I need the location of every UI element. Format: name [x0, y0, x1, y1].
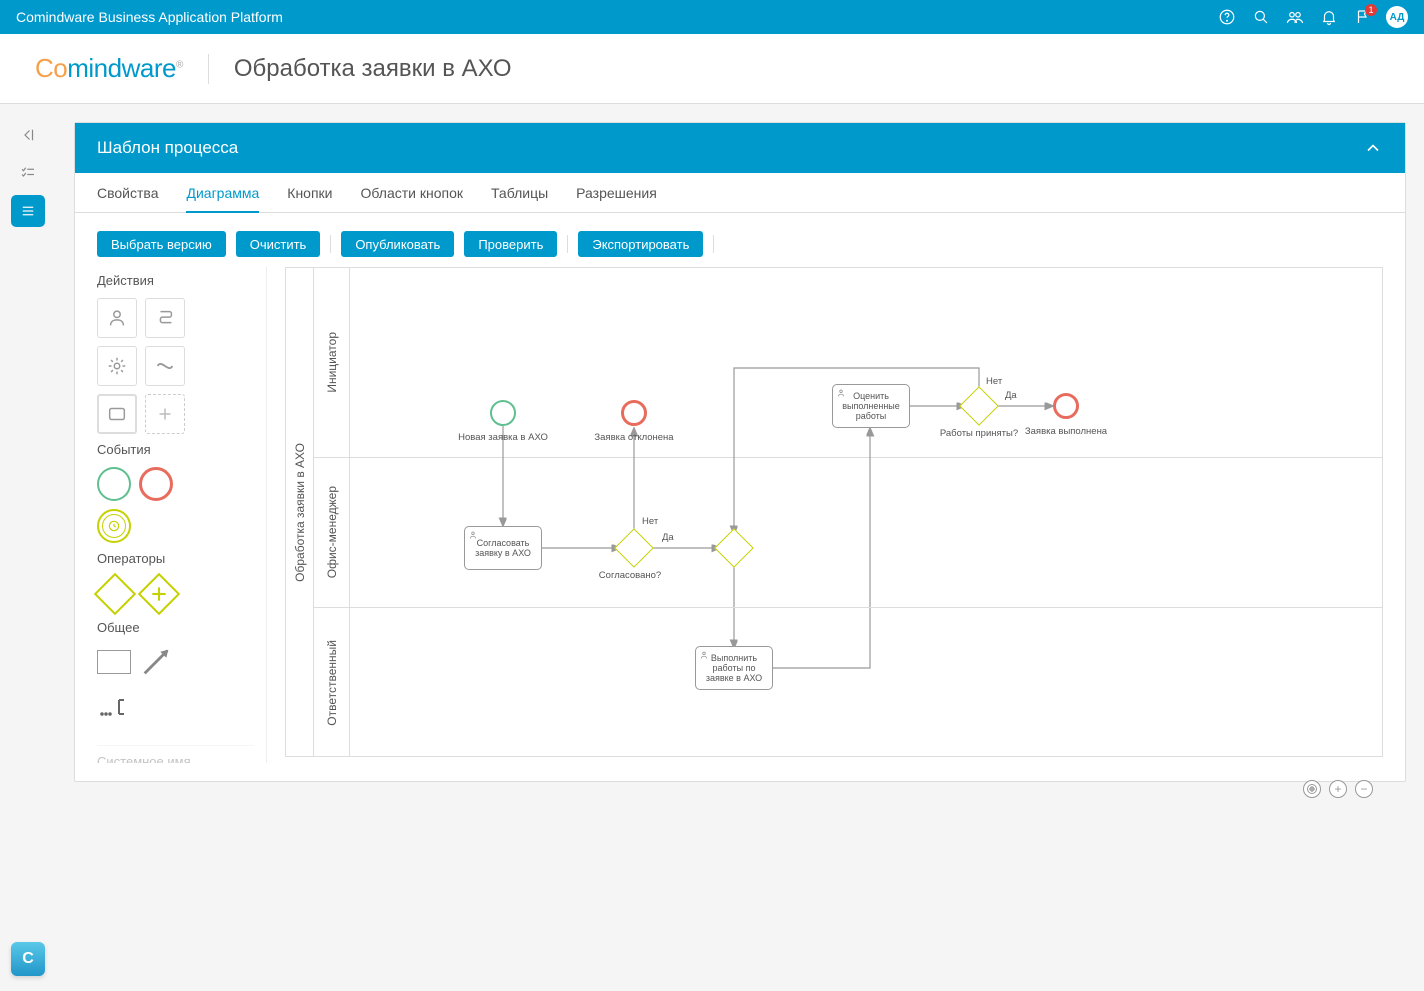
tab-button-areas[interactable]: Области кнопок: [361, 173, 464, 213]
palette-pool[interactable]: [97, 650, 131, 674]
flow-yes-1: Да: [662, 532, 674, 543]
diagram-toolbar: Выбрать версию Очистить Опубликовать Про…: [75, 213, 1405, 267]
pool-label[interactable]: Обработка заявки в АХО: [286, 268, 314, 756]
page-title: Обработка заявки в АХО: [234, 55, 512, 83]
zoom-controls: + −: [1303, 780, 1373, 798]
done-event-label: Заявка выполнена: [1025, 426, 1107, 437]
reject-end-event[interactable]: [621, 400, 647, 426]
palette-script-task[interactable]: [145, 298, 185, 338]
flow-no-1: Нет: [642, 516, 658, 527]
flag-icon[interactable]: 1: [1346, 0, 1380, 34]
select-version-button[interactable]: Выбрать версию: [97, 231, 226, 257]
tab-properties[interactable]: Свойства: [97, 173, 158, 213]
element-palette: Действия События: [97, 267, 267, 763]
left-rail: C: [0, 104, 56, 991]
tab-permissions[interactable]: Разрешения: [576, 173, 657, 213]
palette-annotation[interactable]: [97, 690, 131, 727]
palette-truncated-label: Системное имя: [97, 745, 254, 763]
palette-service-task[interactable]: [97, 346, 137, 386]
panel-header[interactable]: Шаблон процесса: [75, 123, 1405, 173]
palette-start-event[interactable]: [97, 467, 131, 501]
panel-title: Шаблон процесса: [97, 138, 238, 158]
collapse-icon[interactable]: [11, 119, 45, 151]
tab-tables[interactable]: Таблицы: [491, 173, 548, 213]
palette-add[interactable]: [145, 394, 185, 434]
checklist-icon[interactable]: [11, 157, 45, 189]
palette-operators-title: Операторы: [97, 551, 254, 566]
palette-user-task[interactable]: [97, 298, 137, 338]
done-end-event[interactable]: [1053, 393, 1079, 419]
palette-events-title: События: [97, 442, 254, 457]
palette-parallel-gateway[interactable]: [138, 573, 180, 615]
tab-diagram[interactable]: Диаграмма: [186, 173, 259, 213]
gateway-accepted-label: Работы приняты?: [940, 428, 1018, 439]
zoom-in-icon[interactable]: +: [1329, 780, 1347, 798]
flow-yes-2: Да: [1005, 390, 1017, 401]
validate-button[interactable]: Проверить: [464, 231, 557, 257]
palette-arrow[interactable]: [139, 645, 173, 682]
palette-task[interactable]: [97, 394, 137, 434]
app-title: Comindware Business Application Platform: [16, 9, 283, 25]
process-template-panel: Шаблон процесса Свойства Диаграмма Кнопк…: [74, 122, 1406, 782]
lane-responsible[interactable]: Ответственный Выполнить работы по заявке…: [314, 608, 1382, 757]
avatar[interactable]: АД: [1386, 6, 1408, 28]
help-icon[interactable]: [1210, 0, 1244, 34]
palette-general-title: Общее: [97, 620, 254, 635]
flow-no-2: Нет: [986, 376, 1002, 387]
app-launcher-icon[interactable]: C: [11, 942, 45, 976]
reject-event-label: Заявка отклонена: [594, 432, 673, 443]
task-approve[interactable]: Согласовать заявку в АХО: [464, 526, 542, 570]
tab-bar: Свойства Диаграмма Кнопки Области кнопок…: [75, 173, 1405, 213]
palette-actions-title: Действия: [97, 273, 254, 288]
people-icon[interactable]: [1278, 0, 1312, 34]
gateway-approved-label: Согласовано?: [599, 570, 661, 581]
start-event-label: Новая заявка в АХО: [458, 432, 548, 443]
task-execute[interactable]: Выполнить работы по заявке в АХО: [695, 646, 773, 690]
tab-buttons[interactable]: Кнопки: [287, 173, 332, 213]
palette-timer-event[interactable]: [97, 509, 131, 543]
palette-end-event[interactable]: [139, 467, 173, 501]
task-evaluate[interactable]: Оценить выполненные работы: [832, 384, 910, 428]
palette-subprocess[interactable]: [145, 346, 185, 386]
logo: Comindware®: [35, 53, 183, 84]
bpmn-canvas[interactable]: Обработка заявки в АХО Инициатор: [285, 267, 1383, 757]
gateway-approved[interactable]: [614, 528, 654, 568]
zoom-out-icon[interactable]: −: [1355, 780, 1373, 798]
lane-initiator[interactable]: Инициатор: [314, 268, 1382, 458]
chevron-up-icon[interactable]: [1363, 138, 1383, 158]
divider: [208, 54, 209, 84]
clear-button[interactable]: Очистить: [236, 231, 321, 257]
topbar: Comindware Business Application Platform…: [0, 0, 1424, 34]
start-event[interactable]: [490, 400, 516, 426]
palette-gateway[interactable]: [94, 573, 136, 615]
export-button[interactable]: Экспортировать: [578, 231, 703, 257]
lane-office-manager[interactable]: Офис-менеджер Согласовать заявку в АХО: [314, 458, 1382, 608]
search-icon[interactable]: [1244, 0, 1278, 34]
bell-icon[interactable]: [1312, 0, 1346, 34]
menu-icon[interactable]: [11, 195, 45, 227]
notification-badge: 1: [1365, 4, 1377, 16]
gateway-merge[interactable]: [714, 528, 754, 568]
header: Comindware® Обработка заявки в АХО: [0, 34, 1424, 104]
zoom-fit-icon[interactable]: [1303, 780, 1321, 798]
publish-button[interactable]: Опубликовать: [341, 231, 454, 257]
